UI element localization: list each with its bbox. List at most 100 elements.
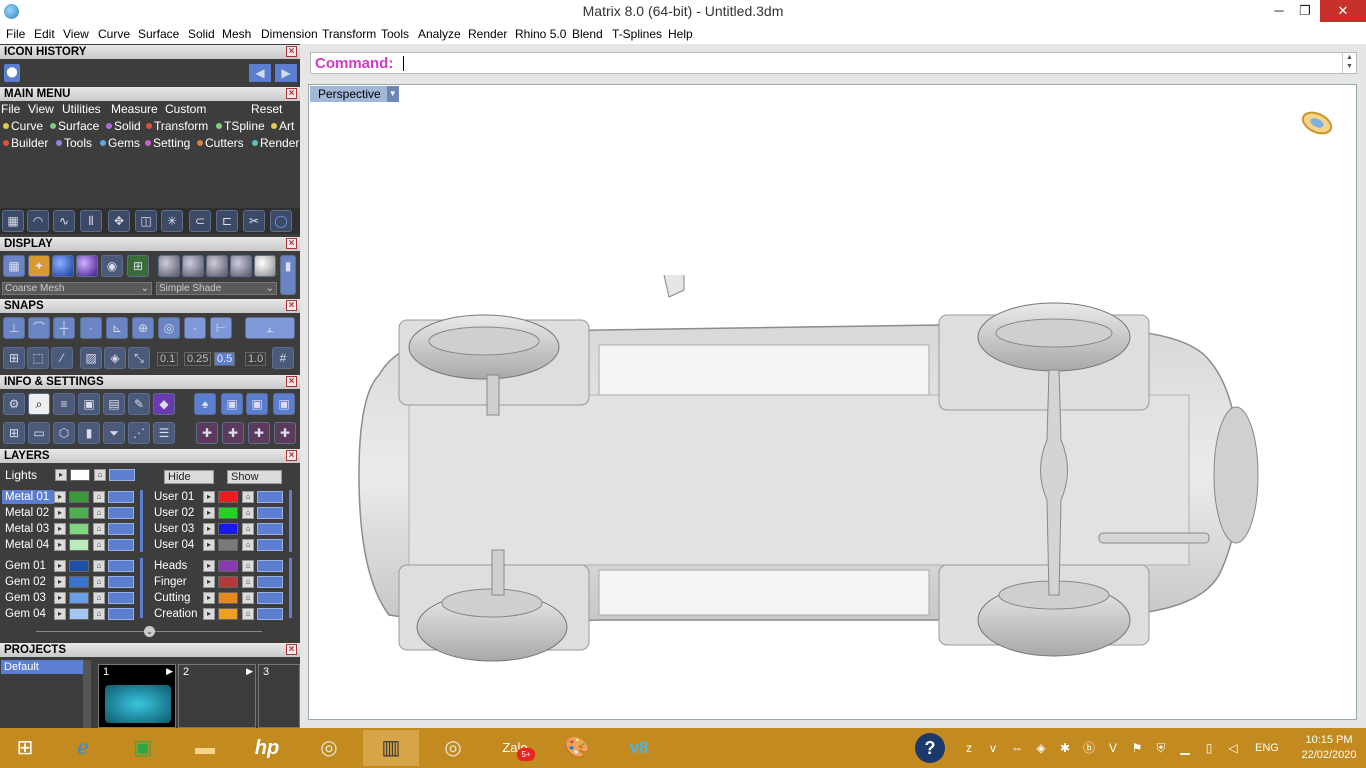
material-sphere-1-icon[interactable] xyxy=(158,255,180,277)
close-icon[interactable]: × xyxy=(286,46,297,57)
layer-expand-icon[interactable]: ▸ xyxy=(203,608,215,620)
clock[interactable]: 10:15 PM 22/02/2020 xyxy=(1296,733,1362,763)
layer-expand-icon[interactable]: ▸ xyxy=(54,592,66,604)
monitor-icon[interactable]: ▭ xyxy=(28,422,50,444)
language-indicator[interactable]: ENG xyxy=(1255,742,1279,754)
close-icon[interactable]: × xyxy=(286,88,297,99)
mm-setting[interactable]: Setting xyxy=(145,136,190,150)
snap-center-icon[interactable]: ◎ xyxy=(158,317,180,339)
layer-visibility-toggle[interactable] xyxy=(108,592,134,604)
command-box[interactable]: Command: ▲ ▼ xyxy=(310,52,1357,74)
wireframe-icon[interactable]: ▦ xyxy=(3,255,25,277)
tool-icon-d[interactable]: ✚ xyxy=(274,422,296,444)
lock-icon[interactable]: ⌂ xyxy=(93,507,105,519)
grid-snap-icon[interactable]: ⊞ xyxy=(3,347,25,369)
lock-icon[interactable]: ⌂ xyxy=(93,576,105,588)
layer-expand-icon[interactable]: ▸ xyxy=(54,491,66,503)
history-item-icon[interactable]: ⬤ xyxy=(4,64,20,82)
help-question-icon[interactable]: ? xyxy=(915,733,945,763)
lock-icon[interactable]: ⌂ xyxy=(93,560,105,572)
mm-view[interactable]: View xyxy=(28,102,54,116)
env-map-icon[interactable]: ◉ xyxy=(101,255,123,277)
layer-name[interactable]: Finger xyxy=(151,575,203,589)
layer-color-swatch[interactable] xyxy=(218,539,238,551)
zalo-icon[interactable]: Zalo 5+ xyxy=(487,730,543,766)
layers-scrollbar-left-2[interactable] xyxy=(140,558,143,618)
snap-point-icon[interactable]: · xyxy=(80,317,102,339)
pencil-icon[interactable]: ✎ xyxy=(128,393,150,415)
layer-row[interactable]: Creation ▸ ⌂ xyxy=(151,607,291,622)
grid-toggle-icon[interactable]: ⊞ xyxy=(127,255,149,277)
menu-render[interactable]: Render xyxy=(468,27,507,41)
box-snap-icon[interactable]: ⬚ xyxy=(27,347,49,369)
mm-file[interactable]: File xyxy=(1,102,20,116)
matrix-app-icon[interactable]: ▥ xyxy=(363,730,419,766)
material-sphere-2-icon[interactable] xyxy=(182,255,204,277)
internet-explorer-icon[interactable]: ℯ xyxy=(55,730,111,766)
mesh-quality-select[interactable]: Coarse Mesh ⌄ xyxy=(2,282,152,295)
mm-builder[interactable]: Builder xyxy=(3,136,48,150)
layer-visibility-toggle[interactable] xyxy=(257,491,283,503)
layer-row[interactable]: Metal 02 ▸ ⌂ xyxy=(2,506,142,521)
layer-color-swatch[interactable] xyxy=(218,507,238,519)
chrome-icon[interactable]: ◎ xyxy=(301,730,357,766)
layers-scrollbar-right-2[interactable] xyxy=(289,558,292,618)
layer-row[interactable]: User 04 ▸ ⌂ xyxy=(151,538,291,553)
cube-info-icon[interactable]: ▣ xyxy=(78,393,100,415)
menu-help[interactable]: Help xyxy=(668,27,693,41)
mm-curve[interactable]: Curve xyxy=(3,119,43,133)
viewport-perspective[interactable]: Perspective ▼ xyxy=(308,84,1357,720)
tray-v8-icon[interactable]: v xyxy=(985,740,1001,756)
mm-art[interactable]: Art xyxy=(271,119,294,133)
lock-icon[interactable]: ⌂ xyxy=(242,592,254,604)
layer-row[interactable]: Metal 03 ▸ ⌂ xyxy=(2,522,142,537)
layer-color-swatch[interactable] xyxy=(218,576,238,588)
display-side-icon[interactable]: ▮ xyxy=(280,255,296,295)
list-icon[interactable]: ☰ xyxy=(153,422,175,444)
tray-antivirus-icon[interactable]: V xyxy=(1105,740,1121,756)
mm-tspline[interactable]: TSpline xyxy=(216,119,265,133)
layer-row[interactable]: Gem 01 ▸ ⌂ xyxy=(2,559,142,574)
play-icon[interactable]: ▶ xyxy=(246,666,253,677)
layer-visibility-toggle[interactable] xyxy=(257,608,283,620)
lights-color[interactable] xyxy=(70,469,90,481)
snap-0-1[interactable]: 0.1 xyxy=(157,352,179,366)
layer-color-swatch[interactable] xyxy=(69,523,89,535)
play-icon[interactable]: ▶ xyxy=(166,666,173,677)
lamp-icon[interactable]: ♠ xyxy=(194,393,216,415)
snap-perp-icon[interactable]: ⊾ xyxy=(106,317,128,339)
purple-cube-icon[interactable]: ◆ xyxy=(153,393,175,415)
lock-icon[interactable]: ⌂ xyxy=(242,491,254,503)
tray-zalo-icon[interactable]: z xyxy=(961,740,977,756)
snap-0-5[interactable]: 0.5 xyxy=(214,352,236,366)
lock-icon[interactable]: ⌂ xyxy=(93,608,105,620)
snap-ortho-icon[interactable]: ⫠ xyxy=(245,317,295,339)
layer-visibility-toggle[interactable] xyxy=(257,523,283,535)
project-slot-2[interactable]: 2 ▶ xyxy=(178,664,256,728)
layer-name[interactable]: User 03 xyxy=(151,522,203,536)
layer-color-swatch[interactable] xyxy=(69,576,89,588)
maximize-button[interactable]: ❐ xyxy=(1290,0,1320,22)
menu-tools[interactable]: Tools xyxy=(381,27,409,41)
layer-visibility-toggle[interactable] xyxy=(108,560,134,572)
shade-mode-select[interactable]: Simple Shade ⌄ xyxy=(156,282,277,295)
layer-row[interactable]: Cutting ▸ ⌂ xyxy=(151,591,291,606)
mm-surface[interactable]: Surface xyxy=(50,119,99,133)
cubes-icon[interactable]: ▦ xyxy=(2,210,24,232)
layer-color-swatch[interactable] xyxy=(218,523,238,535)
layer-expand-icon[interactable]: ▸ xyxy=(54,523,66,535)
projects-scrollbar[interactable] xyxy=(83,660,91,728)
mm-reset[interactable]: Reset xyxy=(251,102,282,116)
close-icon[interactable]: × xyxy=(286,300,297,311)
snap-tan-icon[interactable]: ⊢ xyxy=(210,317,232,339)
document-icon[interactable]: ▤ xyxy=(103,393,125,415)
lock-icon[interactable]: ⌂ xyxy=(242,539,254,551)
ghost-icon[interactable]: ✦ xyxy=(28,255,50,277)
hp-icon[interactable]: hp xyxy=(239,730,295,766)
layer-visibility-toggle[interactable] xyxy=(257,576,283,588)
project-default[interactable]: Default xyxy=(1,660,84,674)
menu-view[interactable]: View xyxy=(63,27,89,41)
mm-custom[interactable]: Custom xyxy=(165,102,206,116)
layer-color-swatch[interactable] xyxy=(69,507,89,519)
magnifier-icon[interactable]: ⌕ xyxy=(28,393,50,415)
